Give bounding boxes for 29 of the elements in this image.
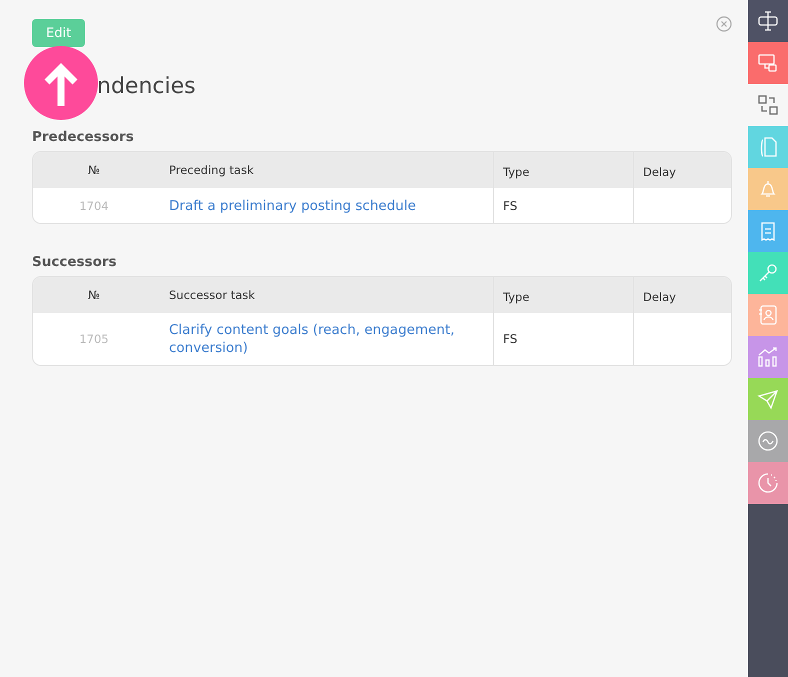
dependency-type: FS xyxy=(503,332,518,346)
page-title: ndencies xyxy=(97,74,196,99)
section-heading: Predecessors xyxy=(32,129,135,145)
column-header: № xyxy=(88,288,100,302)
column-header: № xyxy=(88,163,100,177)
task-number: 1704 xyxy=(79,198,109,212)
column-header: Preceding task xyxy=(169,163,254,177)
clock-icon xyxy=(757,472,779,494)
column-header: Delay xyxy=(643,165,676,179)
section-heading: Successors xyxy=(32,254,118,270)
sidebar-tab[interactable] xyxy=(748,0,788,42)
screens-icon xyxy=(757,52,779,74)
plane-icon xyxy=(757,388,779,410)
task-link[interactable]: Draft a preliminary posting schedule xyxy=(169,188,416,222)
dependencies-icon xyxy=(757,94,779,116)
close-icon[interactable] xyxy=(716,16,732,32)
column-header: Type xyxy=(503,165,530,179)
chart-icon xyxy=(757,346,779,368)
task-link[interactable]: Clarify content goals (reach, engagement, conversion) xyxy=(169,313,483,365)
splitter-icon xyxy=(757,10,779,32)
contact-icon xyxy=(757,304,779,326)
column-header: Delay xyxy=(643,290,676,304)
dependency-type: FS xyxy=(503,198,518,212)
column-header: Type xyxy=(503,290,530,304)
wave-icon xyxy=(757,430,779,452)
task-number: 1705 xyxy=(79,332,109,346)
column-header: Successor task xyxy=(169,288,255,302)
scroll-up-button[interactable] xyxy=(24,46,98,120)
key-icon xyxy=(757,262,779,284)
